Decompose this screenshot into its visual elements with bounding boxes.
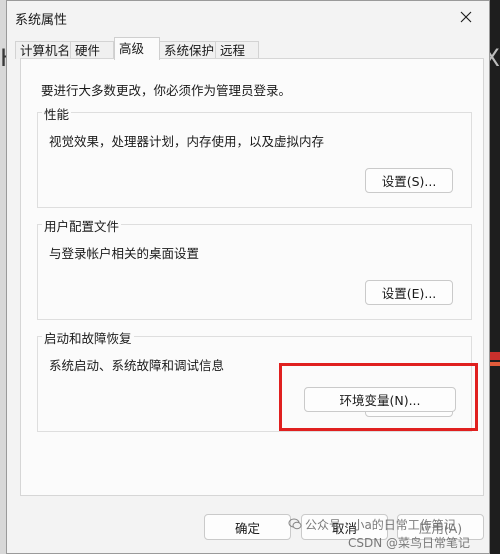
window-title: 系统属性 xyxy=(15,13,68,28)
system-properties-dialog: 系统属性 计算机名 硬件 高级 系统保护 远程 要进行大多数更改，你必须作为管理… xyxy=(6,0,490,554)
tab-system-protection[interactable]: 系统保护 xyxy=(159,41,216,59)
startup-recovery-group: 启动和故障恢复 系统启动、系统故障和调试信息 设置(T)... xyxy=(37,328,472,432)
wechat-icon xyxy=(288,518,302,530)
advanced-tab-panel: 要进行大多数更改，你必须作为管理员登录。 性能 视觉效果，处理器计划，内存使用，… xyxy=(20,58,484,496)
watermark-line-1: 公众号 · 小a的日常工作笔记 xyxy=(288,516,470,533)
title-bar[interactable]: 系统属性 xyxy=(7,1,489,33)
performance-group-title: 性能 xyxy=(42,104,72,123)
tab-hardware[interactable]: 硬件 xyxy=(70,41,114,59)
tab-computer-name[interactable]: 计算机名 xyxy=(15,41,71,59)
watermark-text-2: CSDN @菜鸟日常笔记 xyxy=(348,536,471,550)
startup-recovery-description: 系统启动、系统故障和调试信息 xyxy=(49,358,225,373)
watermark-text-1: 公众号 · 小a的日常工作笔记 xyxy=(305,518,456,532)
admin-notice: 要进行大多数更改，你必须作为管理员登录。 xyxy=(41,83,292,98)
user-profiles-settings-button[interactable]: 设置(E)... xyxy=(365,280,453,305)
user-profiles-group-title: 用户配置文件 xyxy=(42,216,122,235)
startup-recovery-group-title: 启动和故障恢复 xyxy=(42,328,134,347)
ok-button[interactable]: 确定 xyxy=(204,514,291,540)
tab-remote[interactable]: 远程 xyxy=(215,41,259,59)
tab-advanced[interactable]: 高级 xyxy=(114,37,160,60)
user-profiles-group: 用户配置文件 与登录帐户相关的桌面设置 设置(E)... xyxy=(37,216,472,320)
watermark: 公众号 · 小a的日常工作笔记 CSDN @菜鸟日常笔记 xyxy=(288,516,470,551)
close-button[interactable] xyxy=(443,1,489,33)
environment-variables-button[interactable]: 环境变量(N)... xyxy=(304,387,456,412)
user-profiles-description: 与登录帐户相关的桌面设置 xyxy=(49,246,200,261)
performance-description: 视觉效果，处理器计划，内存使用，以及虚拟内存 xyxy=(49,134,325,149)
performance-group: 性能 视觉效果，处理器计划，内存使用，以及虚拟内存 设置(S)... xyxy=(37,104,472,208)
performance-settings-button[interactable]: 设置(S)... xyxy=(365,168,453,193)
close-icon xyxy=(460,11,472,23)
